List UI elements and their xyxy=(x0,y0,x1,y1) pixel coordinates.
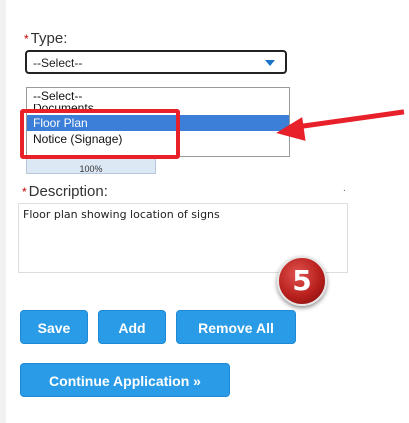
type-label-text: Type: xyxy=(30,30,68,47)
type-select-value: --Select-- xyxy=(33,56,83,70)
required-mark: * xyxy=(24,32,29,46)
continue-application-button[interactable]: Continue Application » xyxy=(20,363,230,397)
type-select[interactable]: --Select-- xyxy=(25,50,287,74)
required-mark: * xyxy=(22,185,27,199)
add-button[interactable]: Add xyxy=(98,310,166,344)
annotation-highlight-box xyxy=(20,109,180,159)
annotation-arrow-icon xyxy=(274,117,306,145)
description-label-text: Description: xyxy=(28,183,108,200)
step-number-badge: 5 xyxy=(277,256,327,306)
remove-all-button[interactable]: Remove All xyxy=(176,310,296,344)
option-select[interactable]: --Select-- xyxy=(27,88,289,104)
separator-dot: . xyxy=(343,183,346,194)
description-label: * Description: xyxy=(22,183,108,201)
type-label: * Type: xyxy=(24,30,67,48)
save-button[interactable]: Save xyxy=(20,310,88,344)
chevron-down-icon[interactable] xyxy=(265,60,275,66)
